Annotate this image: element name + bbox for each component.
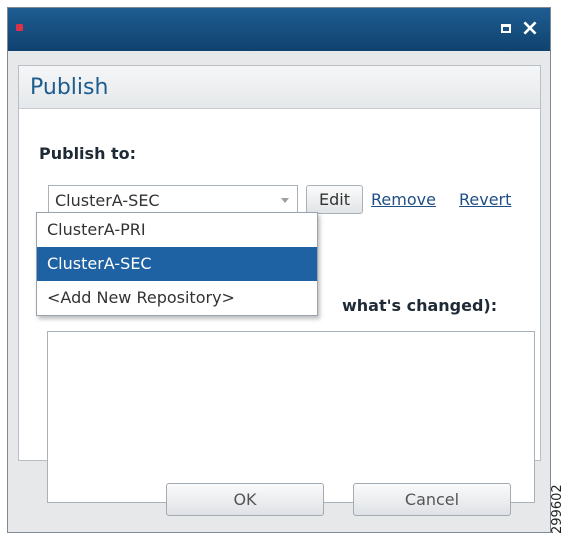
comment-label-end: what's changed): <box>342 296 498 315</box>
figure-id: 299602 <box>550 484 565 534</box>
repository-select-value: ClusterA-SEC <box>55 191 160 210</box>
revert-link[interactable]: Revert <box>459 190 511 209</box>
title-bar: × <box>8 8 550 51</box>
chevron-down-icon[interactable] <box>281 198 289 203</box>
remove-link[interactable]: Remove <box>371 190 436 209</box>
comment-textarea[interactable] <box>47 331 535 503</box>
edit-button[interactable]: Edit <box>306 185 363 214</box>
close-icon[interactable]: × <box>520 16 540 42</box>
publish-to-label: Publish to: <box>39 144 137 163</box>
repository-dropdown: ClusterA-PRI ClusterA-SEC <Add New Repos… <box>36 212 318 316</box>
ok-button[interactable]: OK <box>166 483 324 516</box>
dropdown-option-selected[interactable]: ClusterA-SEC <box>37 247 317 281</box>
dropdown-option[interactable]: ClusterA-PRI <box>37 213 317 247</box>
dropdown-option[interactable]: <Add New Repository> <box>37 281 317 315</box>
app-icon <box>16 24 23 31</box>
maximize-icon[interactable] <box>501 24 511 33</box>
repository-select[interactable]: ClusterA-SEC <box>48 185 298 214</box>
cancel-button[interactable]: Cancel <box>353 483 511 516</box>
header-band: Publish <box>19 66 540 109</box>
page-title: Publish <box>30 75 109 100</box>
